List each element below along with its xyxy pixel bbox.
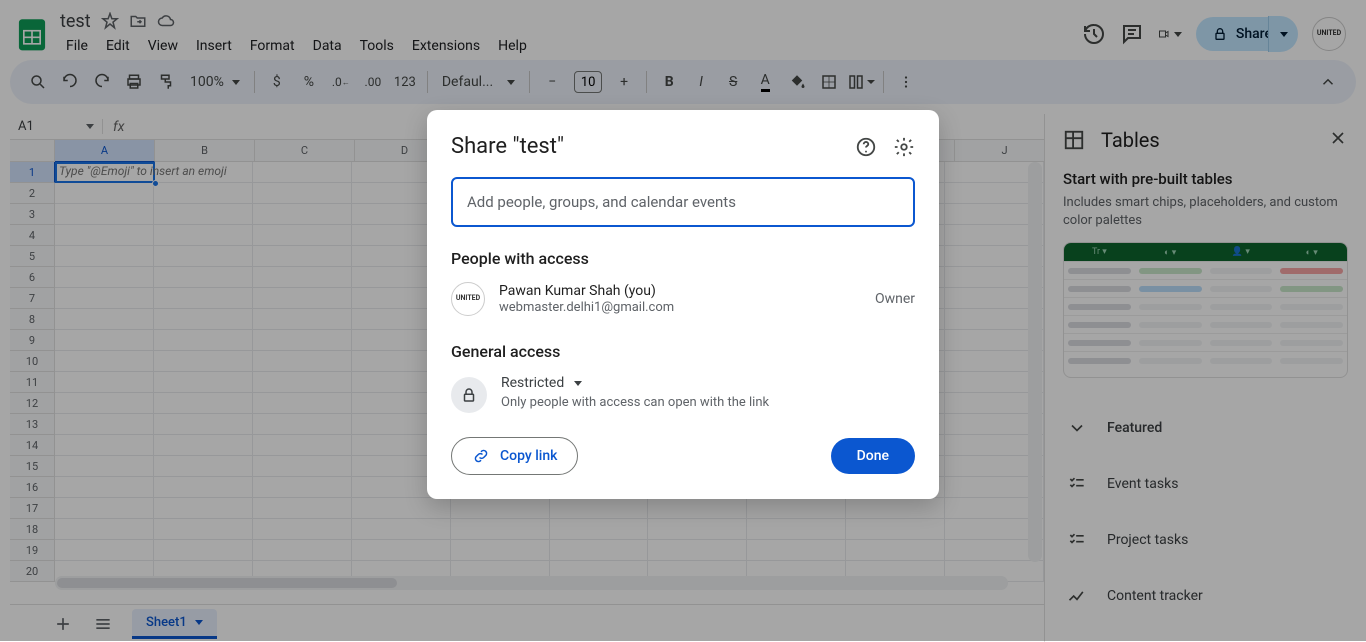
lock-icon bbox=[460, 386, 478, 404]
share-modal: Share "test" People with access UNITED P… bbox=[427, 110, 939, 499]
lock-circle bbox=[451, 377, 487, 413]
section-general-title: General access bbox=[451, 342, 915, 361]
person-avatar: UNITED bbox=[451, 282, 485, 316]
access-mode-select[interactable]: Restricted bbox=[501, 375, 769, 391]
link-icon bbox=[472, 447, 490, 465]
add-people-input[interactable] bbox=[451, 177, 915, 227]
done-button[interactable]: Done bbox=[831, 438, 915, 474]
gear-icon[interactable] bbox=[893, 136, 915, 158]
person-name: Pawan Kumar Shah (you) bbox=[499, 283, 674, 299]
person-email: webmaster.delhi1@gmail.com bbox=[499, 300, 674, 315]
copy-link-button[interactable]: Copy link bbox=[451, 437, 578, 475]
person-role: Owner bbox=[875, 291, 915, 307]
access-desc: Only people with access can open with th… bbox=[501, 395, 769, 410]
general-access-row: Restricted Only people with access can o… bbox=[451, 375, 915, 413]
help-icon[interactable] bbox=[855, 136, 877, 158]
section-people-title: People with access bbox=[451, 249, 915, 268]
person-row: UNITED Pawan Kumar Shah (you) webmaster.… bbox=[451, 282, 915, 316]
modal-title: Share "test" bbox=[451, 134, 839, 159]
